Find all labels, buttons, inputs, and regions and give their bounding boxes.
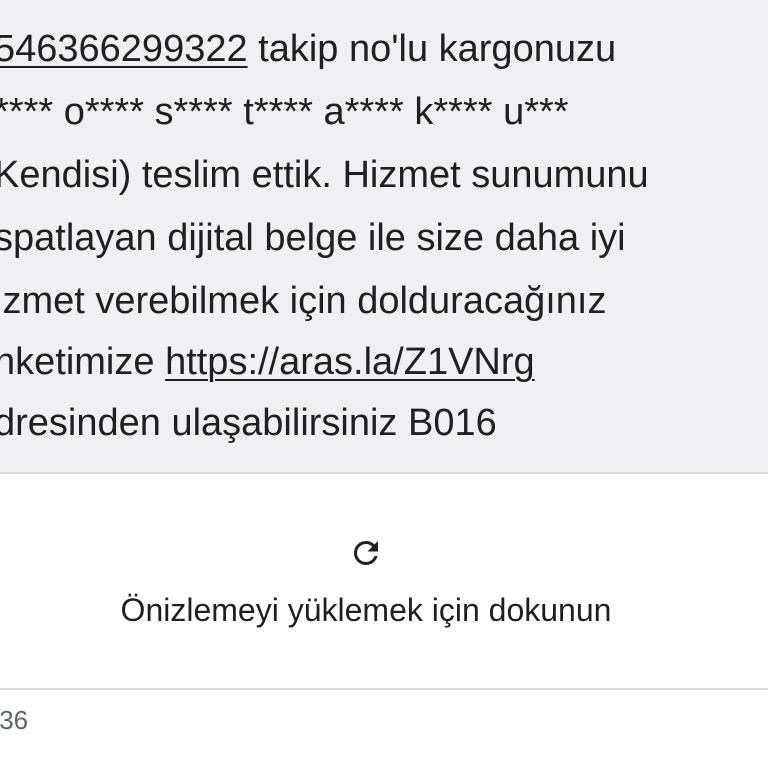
preview-load-label[interactable]: Önizlemeyi yüklemek için dokunun (0, 590, 732, 630)
message-timestamp: :36 (0, 705, 29, 735)
message-line-4: spatlayan dijital belge ile size daha iy… (0, 217, 626, 259)
message-line-1: 546366299322 takip no'lu kargonuzu (0, 27, 616, 71)
link-preview-card[interactable] (0, 474, 768, 688)
message-screen: 546366299322 takip no'lu kargonuzu **** … (0, 0, 768, 768)
message-line-3: Kendisi) teslim ettik. Hizmet sunumunu (0, 154, 649, 196)
message-line-7: dresinden ulaşabilirsiniz B016 (0, 402, 497, 444)
message-line-1-text: takip no'lu kargonuzu (247, 28, 617, 70)
reload-icon[interactable] (348, 535, 384, 571)
message-line-6: nketimize https://aras.la/Z1VNrg (0, 340, 535, 384)
survey-link[interactable]: https://aras.la/Z1VNrg (165, 341, 535, 383)
message-line-2: **** o**** s**** t**** a**** k**** u*** (0, 91, 569, 133)
message-line-6-text: nketimize (0, 341, 166, 383)
message-line-5: izmet verebilmek için dolduracağınız (0, 280, 607, 322)
tracking-number-link[interactable]: 546366299322 (0, 28, 248, 70)
